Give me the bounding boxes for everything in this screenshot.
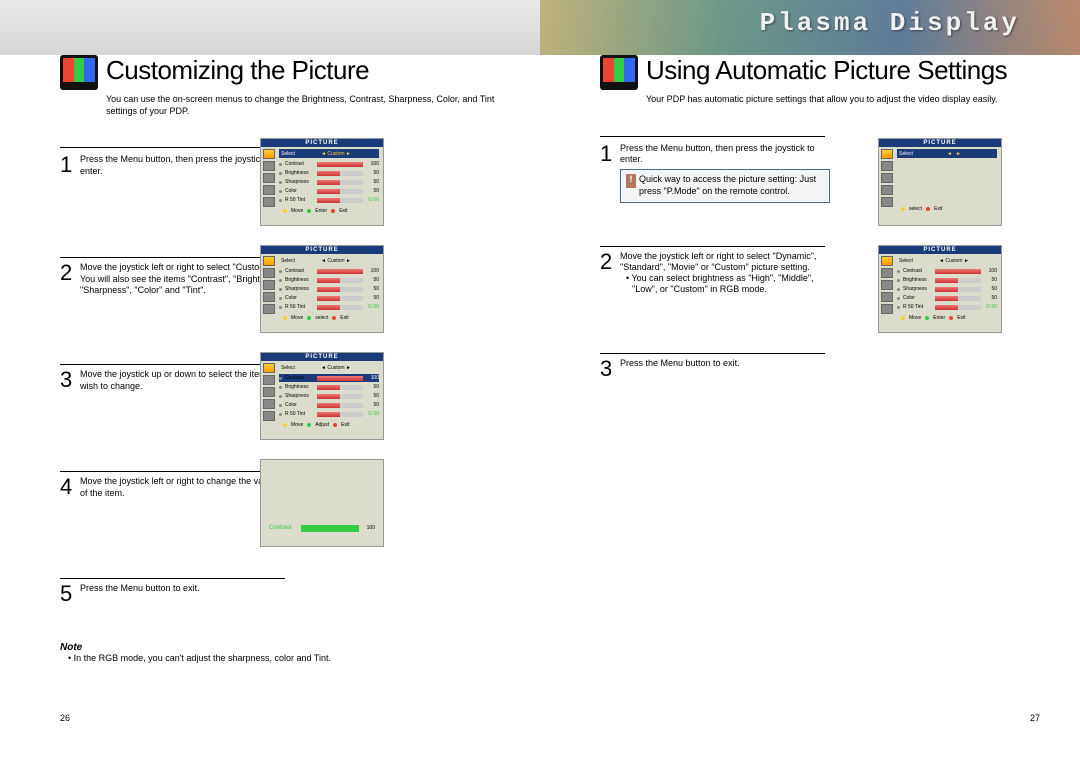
right-desc: Your PDP has automatic picture settings … — [646, 94, 1046, 106]
tv-icon — [60, 55, 98, 90]
osd-screenshot: PICTURESelect◄ Custom ► Contrast100 Brig… — [260, 245, 384, 333]
left-title: Customizing the Picture — [106, 55, 369, 86]
left-desc: You can use the on-screen menus to chang… — [106, 94, 506, 117]
note-text: • In the RGB mode, you can't adjust the … — [68, 653, 540, 663]
step-4: 4 Move the joystick left or right to cha… — [60, 472, 285, 499]
left-steps: 1 Press the Menu button, then press the … — [60, 147, 285, 638]
step-3: 3 Move the joystick up or down to select… — [60, 365, 285, 392]
right-steps: 1 Press the Menu button, then press the … — [600, 136, 825, 413]
step-r3: 3 Press the Menu button to exit. — [600, 354, 825, 380]
step-2: 2 Move the joystick left or right to sel… — [60, 258, 285, 296]
right-title: Using Automatic Picture Settings — [646, 55, 1007, 86]
osd-screenshot: PICTURESelect◄ Custom ► Contrast100 Brig… — [260, 352, 384, 440]
tv-icon — [600, 55, 638, 90]
step-r1: 1 Press the Menu button, then press the … — [600, 139, 825, 203]
osd-screenshot: PICTURESelect◄ ►selectExit — [878, 138, 1002, 226]
right-column: Using Automatic Picture Settings Your PD… — [600, 55, 1080, 723]
brand-title: Plasma Display — [760, 8, 1020, 38]
note-heading: Note — [60, 642, 540, 653]
tip-box: Quick way to access the picture setting:… — [620, 169, 830, 202]
osd-screenshot: PICTURESelect◄ Custom ► Contrast100 Brig… — [878, 245, 1002, 333]
page-number-left: 26 — [60, 713, 70, 723]
osd-screenshot: Contrast100 — [260, 459, 384, 547]
step-r2: 2 Move the joystick left or right to sel… — [600, 247, 825, 296]
page-number-right: 27 — [1030, 713, 1040, 723]
step-5: 5 Press the Menu button to exit. — [60, 579, 285, 605]
header-bar: Plasma Display — [0, 0, 1080, 55]
osd-screenshot: PICTURESelect◄ Custom ► Contrast100 Brig… — [260, 138, 384, 226]
step-1: 1 Press the Menu button, then press the … — [60, 150, 285, 177]
